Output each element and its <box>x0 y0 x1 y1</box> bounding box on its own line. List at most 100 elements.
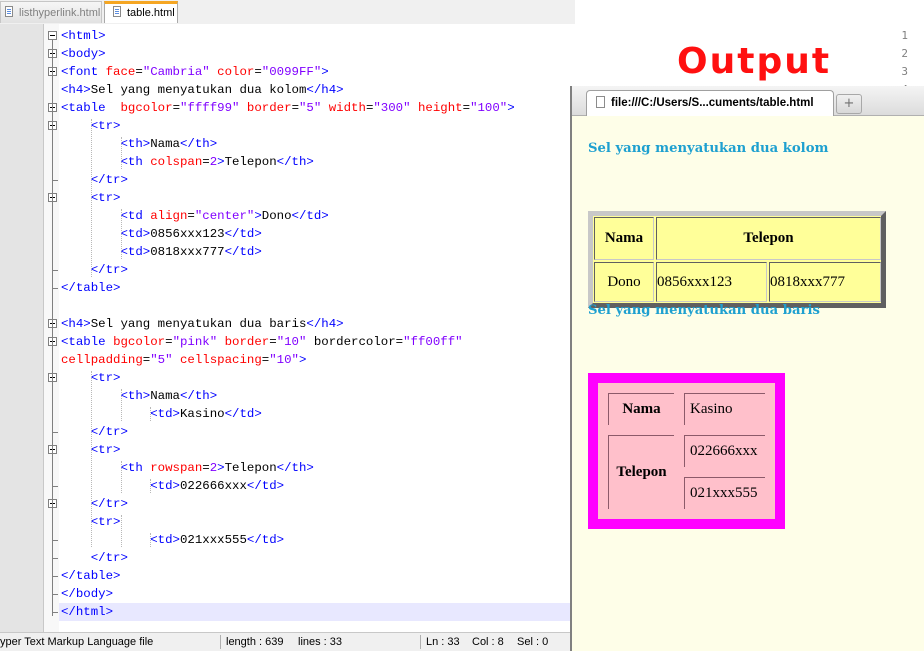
file-icon <box>3 6 15 18</box>
code-token: bgcolor <box>120 101 173 115</box>
code-line: <td>021xxx555</td> <box>61 531 284 549</box>
page-icon <box>596 96 605 108</box>
code-line: </tr> <box>61 261 128 279</box>
plus-icon: + <box>843 96 855 111</box>
line-number: 1 <box>901 29 908 42</box>
code-line: </html> <box>61 603 113 621</box>
fold-toggle-icon[interactable] <box>48 31 57 40</box>
indent-guide <box>150 479 152 493</box>
tab-listhyperlink[interactable]: listhyperlink.html <box>0 1 102 23</box>
status-col: Col : 8 <box>472 636 504 648</box>
output-label: Output <box>677 41 832 82</box>
fold-end-marker <box>52 486 58 487</box>
code-token: face <box>105 65 136 79</box>
code-token: <table <box>61 335 114 349</box>
code-token: </tr> <box>61 263 128 277</box>
code-token: </tr> <box>61 425 128 439</box>
code-token: border <box>239 101 292 115</box>
table-header-cell: Nama <box>608 393 674 425</box>
code-token: </th> <box>276 461 314 475</box>
status-ln: Ln : 33 <box>426 636 460 648</box>
code-token: "ff00ff" <box>403 335 463 349</box>
code-token: "Cambria" <box>142 65 210 79</box>
code-line: <body> <box>61 45 106 63</box>
code-token: "10" <box>269 353 299 367</box>
code-token: </html> <box>61 605 114 619</box>
code-token: </th> <box>179 389 218 403</box>
code-token: </body> <box>61 587 114 601</box>
indent-guide <box>120 209 122 259</box>
code-line: </tr> <box>61 171 128 189</box>
code-token: cellpadding <box>61 353 143 367</box>
code-line: cellpadding="5" cellspacing="10"> <box>61 351 306 369</box>
code-token: Sel yang menyatukan dua kolom <box>90 83 307 97</box>
code-line: </body> <box>61 585 113 603</box>
code-token: color <box>209 65 255 79</box>
code-token: </table> <box>61 281 121 295</box>
code-token: width <box>321 101 366 115</box>
code-token: </th> <box>179 137 218 151</box>
code-line: <h4>Sel yang menyatukan dua baris</h4> <box>61 315 344 333</box>
code-token: bgcolor <box>113 335 166 349</box>
code-token: "center" <box>194 209 255 223</box>
table-cell: 0856xxx123 <box>656 262 767 302</box>
file-icon <box>111 6 123 18</box>
tab-label: table.html <box>127 7 175 19</box>
code-line: <th rowspan=2>Telepon</th> <box>61 459 314 477</box>
code-token: "5" <box>150 353 173 367</box>
table-cell: 0818xxx777 <box>769 262 881 302</box>
code-token: = <box>462 101 471 115</box>
code-token: = <box>291 101 299 115</box>
code-token: <h4> <box>61 317 91 331</box>
code-token: </tr> <box>61 173 128 187</box>
code-token: 0856xxx123 <box>150 227 225 241</box>
code-token: <font <box>61 65 106 79</box>
table-cell: 021xxx555 <box>684 477 765 509</box>
line-number-gutter <box>0 24 44 632</box>
indent-guide <box>150 533 152 547</box>
tab-table-html[interactable]: table.html <box>104 1 178 23</box>
status-length: length : 639 <box>226 636 284 648</box>
editor-tab-bar: listhyperlink.html table.html <box>0 0 575 24</box>
indent-guide <box>120 137 122 169</box>
code-token: <th <box>61 461 151 475</box>
code-token: </td> <box>291 209 329 223</box>
status-bar: yper Text Markup Language file length : … <box>0 632 575 651</box>
new-tab-button[interactable]: + <box>836 94 862 114</box>
table-header-cell: Telepon <box>656 217 881 260</box>
code-token: > <box>507 101 515 115</box>
code-token: bordercolor <box>306 335 396 349</box>
browser-tab[interactable]: file:///C:/Users/S...cuments/table.html <box>586 90 834 116</box>
code-token: 022666xxx <box>179 479 247 493</box>
code-token: height <box>410 101 463 115</box>
code-token: "pink" <box>172 335 218 349</box>
current-line-highlight <box>59 603 573 621</box>
code-token: = <box>172 101 180 115</box>
code-token: <td> <box>61 227 151 241</box>
code-token: = <box>202 155 210 169</box>
code-line: <th>Nama</th> <box>61 135 217 153</box>
status-sel: Sel : 0 <box>517 636 549 648</box>
code-token: > <box>321 65 329 79</box>
code-token: "300" <box>373 101 411 115</box>
code-token: "0099FF" <box>261 65 322 79</box>
status-divider <box>220 635 221 649</box>
code-token: 0818xxx777 <box>150 245 225 259</box>
code-line: </table> <box>61 279 121 297</box>
status-lines: lines : 33 <box>298 636 343 648</box>
code-token: </td> <box>224 245 262 259</box>
code-token: <th <box>61 155 151 169</box>
code-token: border <box>217 335 270 349</box>
browser-window: file:///C:/Users/S...cuments/table.html … <box>570 86 924 651</box>
code-token: align <box>150 209 188 223</box>
code-token: = <box>135 65 143 79</box>
indent-guide <box>120 389 122 421</box>
code-token: <td> <box>61 245 151 259</box>
code-token: Dono <box>261 209 292 223</box>
indent-guide <box>90 371 92 547</box>
table-cell: Dono <box>594 262 654 302</box>
fold-end-marker <box>52 558 58 559</box>
fold-end-marker <box>52 288 58 289</box>
code-token: "100" <box>470 101 508 115</box>
code-token: <th> <box>61 137 151 151</box>
